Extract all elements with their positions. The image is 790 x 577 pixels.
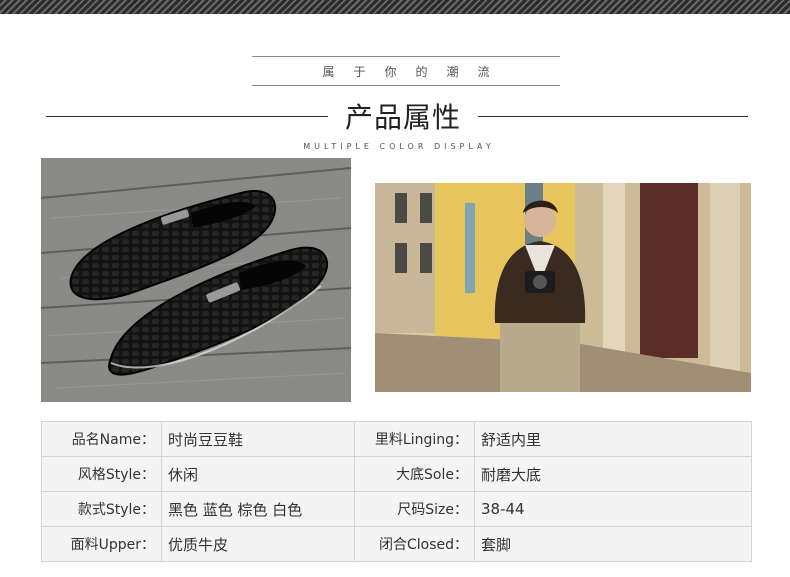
spec-row: 面料Upper： 优质牛皮 闭合Closed： 套脚 [41,526,752,562]
spec-row: 款式Style： 黑色 蓝色 棕色 白色 尺码Size： 38-44 [41,491,752,527]
spec-label-lining: 里料Linging： [354,421,475,457]
spec-value-closure: 套脚 [474,526,752,562]
shoes-illustration [41,158,351,402]
spec-value-sole: 耐磨大底 [474,456,752,492]
product-spec-table: 品名Name： 时尚豆豆鞋 里料Linging： 舒适内里 风格Style： 休… [41,421,752,562]
spec-value-size: 38-44 [474,491,752,527]
spec-label-closure: 闭合Closed： [354,526,475,562]
spec-value-lining: 舒适内里 [474,421,752,457]
spec-label-size: 尺码Size： [354,491,475,527]
product-photo-shoes [41,158,351,402]
spec-label-style: 风格Style： [41,456,162,492]
tagline-box: 属于你的潮流 [252,56,560,86]
spec-label-sole: 大底Sole： [354,456,475,492]
spec-value-style: 休闲 [161,456,355,492]
spec-value-colors: 黑色 蓝色 棕色 白色 [161,491,355,527]
spec-value-name: 时尚豆豆鞋 [161,421,355,457]
model-illustration [375,183,751,392]
spec-value-upper: 优质牛皮 [161,526,355,562]
spec-row: 风格Style： 休闲 大底Sole： 耐磨大底 [41,456,752,492]
section-subtitle: MULTIPLE COLOR DISPLAY [303,142,495,151]
decorative-top-band [0,0,790,14]
title-divider-right [478,116,748,117]
product-photo-model [375,183,751,392]
spec-row: 品名Name： 时尚豆豆鞋 里料Linging： 舒适内里 [41,421,752,457]
section-title: 产品属性 [344,101,461,134]
tagline: 属于你的潮流 [322,64,509,79]
spec-label-upper: 面料Upper： [41,526,162,562]
title-divider-left [46,116,328,117]
spec-label-colors: 款式Style： [41,491,162,527]
spec-label-name: 品名Name： [41,421,162,457]
